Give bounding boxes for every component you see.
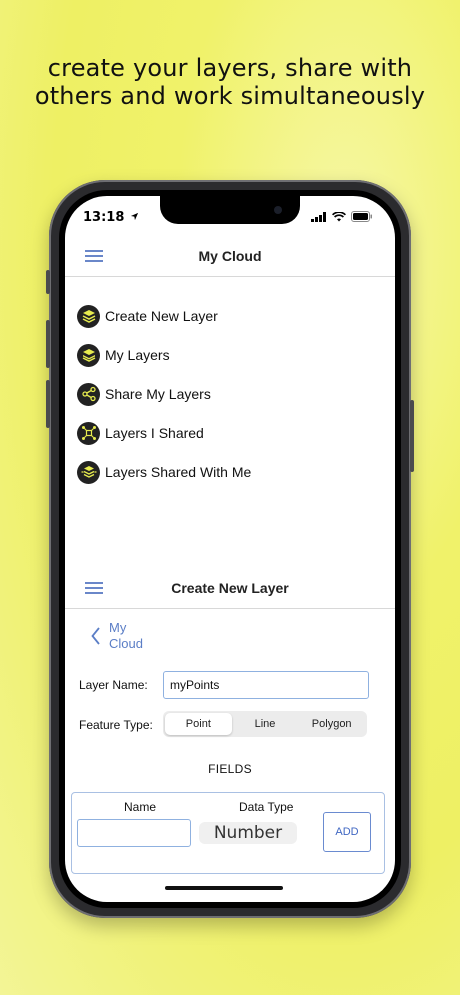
segment-point[interactable]: Point: [165, 713, 232, 735]
back-label: My Cloud: [109, 620, 143, 652]
volume-up-button: [46, 320, 50, 368]
camera-icon: [274, 206, 282, 214]
name-column-label: Name: [124, 800, 157, 814]
layers-icon: [77, 343, 100, 367]
headline-line-1: create your layers, share with: [47, 54, 413, 82]
field-name-input[interactable]: [77, 819, 191, 847]
status-icons: [311, 211, 373, 222]
menu-item-layers-i-shared[interactable]: Layers I Shared: [77, 421, 251, 445]
create-layer-title: Create New Layer: [171, 580, 289, 596]
phone-screen: 13:18 My Cloud Create New Layer My Layer…: [65, 196, 395, 902]
status-time: 13:18: [83, 210, 139, 225]
battery-icon: [351, 211, 372, 222]
home-indicator: [165, 886, 283, 890]
cloud-menu: Create New Layer My Layers Share My Laye…: [77, 304, 251, 499]
menu-item-label: Layers Shared With Me: [105, 464, 252, 480]
menu-item-label: Create New Layer: [105, 308, 218, 324]
segment-line[interactable]: Line: [232, 713, 299, 735]
shared-network-icon: [77, 421, 100, 445]
layer-add-icon: [77, 304, 100, 328]
fields-title: FIELDS: [208, 762, 252, 776]
share-icon: [77, 382, 100, 406]
data-type-column-label: Data Type: [239, 800, 294, 814]
menu-item-my-layers[interactable]: My Layers: [77, 343, 251, 367]
layer-name-value: myPoints: [170, 678, 220, 692]
menu-item-label: Share My Layers: [105, 386, 211, 402]
location-arrow-icon: [130, 212, 139, 221]
notch: [160, 196, 300, 224]
feature-type-label: Feature Type:: [79, 718, 153, 732]
layer-name-label: Layer Name:: [79, 678, 148, 692]
add-field-button[interactable]: ADD: [323, 812, 371, 852]
menu-item-layers-shared-with-me[interactable]: Layers Shared With Me: [77, 460, 251, 484]
volume-down-button: [46, 380, 50, 428]
segment-polygon[interactable]: Polygon: [298, 713, 365, 735]
wifi-icon: [332, 211, 346, 221]
phone-frame: 13:18 My Cloud Create New Layer My Layer…: [46, 180, 414, 918]
back-label-line-1: My: [109, 620, 127, 635]
menu-item-label: Layers I Shared: [105, 425, 204, 441]
page-title: My Cloud: [198, 248, 262, 264]
back-label-line-2: Cloud: [109, 636, 143, 651]
status-time-text: 13:18: [83, 210, 125, 225]
signal-icon: [311, 211, 326, 222]
phone-bezel: 13:18 My Cloud Create New Layer My Layer…: [59, 190, 401, 908]
menu-item-label: My Layers: [105, 347, 170, 363]
create-layer-navbar: Create New Layer: [65, 568, 395, 609]
mute-switch: [46, 270, 50, 294]
headline: create your layers, share with others an…: [0, 54, 460, 110]
menu-item-create-new-layer[interactable]: Create New Layer: [77, 304, 251, 328]
layer-name-input[interactable]: myPoints: [163, 671, 369, 699]
menu-item-share-my-layers[interactable]: Share My Layers: [77, 382, 251, 406]
headline-line-2: others and work simultaneously: [34, 82, 426, 110]
power-button: [410, 400, 414, 472]
chevron-left-icon: [91, 627, 100, 645]
back-button[interactable]: My Cloud: [91, 620, 143, 652]
data-type-picker[interactable]: Number: [199, 822, 297, 844]
top-navbar: My Cloud: [65, 236, 395, 277]
feature-type-segmented-control: Point Line Polygon: [163, 711, 367, 737]
shared-with-me-icon: [77, 460, 100, 484]
